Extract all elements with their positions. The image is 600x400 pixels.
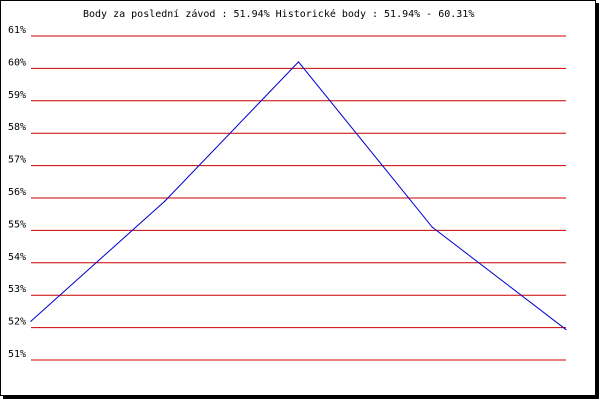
gridlines [31, 35, 566, 361]
y-tick-label: 59% [8, 90, 26, 101]
y-tick-label: 54% [8, 252, 26, 263]
y-tick-label: 51% [8, 349, 26, 360]
y-tick-label: 52% [8, 317, 26, 328]
series-line [30, 61, 567, 330]
data-point [164, 200, 166, 202]
y-tick-label: 56% [8, 187, 26, 198]
y-tick-label: 58% [8, 122, 26, 133]
line-chart: Body za poslední závod : 51.94% Historic… [8, 8, 567, 361]
y-tick-label: 61% [8, 25, 26, 36]
y-tick-label: 55% [8, 219, 26, 230]
y-tick-label: 53% [8, 284, 26, 295]
chart-title: Body za poslední závod : 51.94% Historic… [83, 8, 474, 20]
chart-frame: Body za poslední závod : 51.94% Historic… [0, 0, 596, 396]
data-point [431, 226, 433, 228]
y-axis-labels: 61% 60% 59% 58% 57% 56% 55% 54% 53% 52% 51% [8, 25, 26, 360]
y-tick-label: 57% [8, 155, 26, 166]
data-point [30, 320, 32, 322]
series-layer [30, 61, 567, 331]
y-tick-label: 60% [8, 57, 26, 68]
data-point [297, 61, 300, 63]
data-point [565, 328, 567, 331]
